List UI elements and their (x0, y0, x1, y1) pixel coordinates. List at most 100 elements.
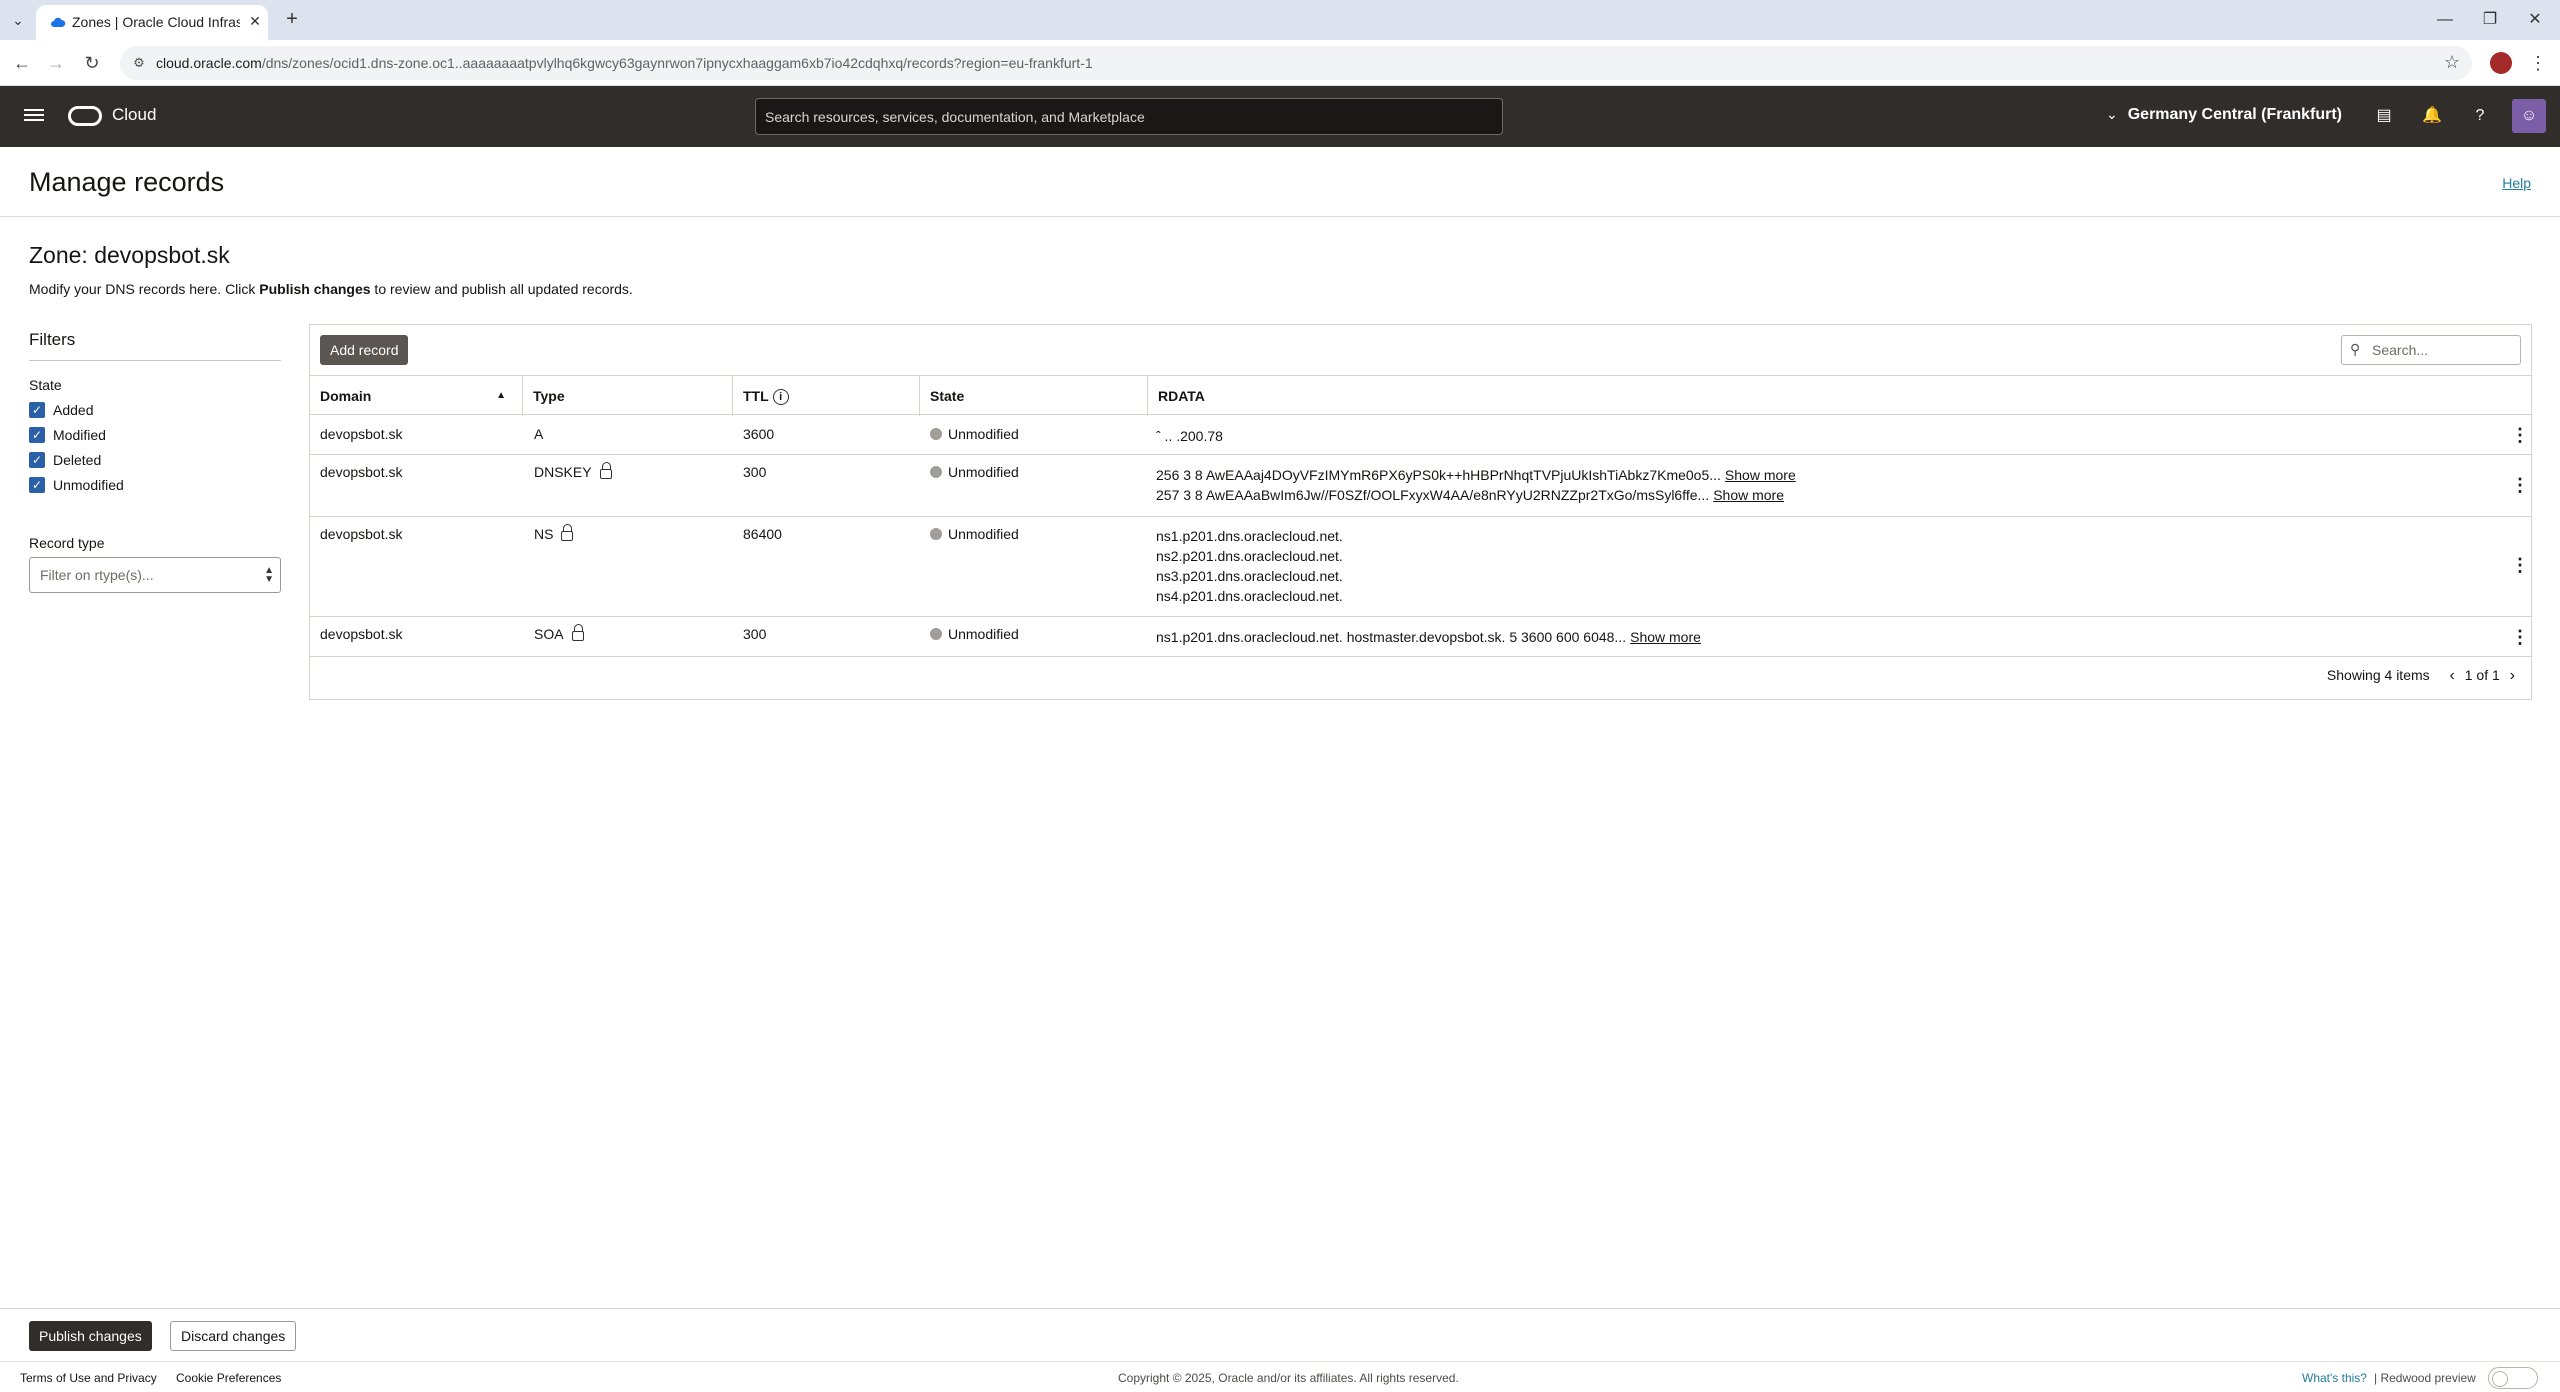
url-text[interactable]: cloud.oracle.com/dns/zones/ocid1.dns-zon… (156, 55, 1093, 71)
reload-icon[interactable]: ↻ (80, 51, 104, 75)
browser-tabstrip: ⌄ Zones | Oracle Cloud Infrastructu ✕ + … (0, 0, 2560, 40)
row-actions-kebab-icon[interactable]: ⋮ (2511, 426, 2529, 444)
filters-title: Filters (29, 330, 281, 361)
restore-icon[interactable]: ❐ (2475, 8, 2505, 32)
next-page-icon[interactable]: › (2510, 667, 2515, 684)
state-cell: Unmodified (930, 526, 1019, 542)
row-actions-kebab-icon[interactable]: ⋮ (2511, 476, 2529, 494)
bookmark-star-icon[interactable]: ☆ (2444, 52, 2460, 73)
minimize-icon[interactable]: — (2430, 8, 2460, 32)
oci-header: Cloud Search resources, services, docume… (0, 86, 2560, 147)
brand-label[interactable]: Cloud (112, 105, 156, 125)
notifications-bell-icon[interactable]: 🔔 (2420, 104, 2444, 128)
site-info-icon[interactable]: ⚙ (130, 54, 148, 72)
browser-menu-icon[interactable]: ⋮ (2528, 51, 2548, 75)
sort-ascending-icon[interactable]: ▲ (496, 390, 506, 401)
oracle-logo[interactable] (68, 106, 102, 126)
column-header-rdata[interactable]: RDATA (1148, 376, 2531, 416)
state-filter-label: State (29, 377, 62, 393)
desc-text-bold: Publish changes (259, 281, 371, 297)
hamburger-menu-icon[interactable] (24, 106, 44, 126)
browser-tab[interactable]: Zones | Oracle Cloud Infrastructu ✕ (36, 5, 268, 40)
table-search-input[interactable]: ⚲ Search... (2341, 335, 2521, 365)
new-tab-icon[interactable]: + (280, 8, 304, 32)
record-type-select[interactable]: Filter on rtype(s)... ▲ ▼ (29, 557, 281, 593)
state-cell: Unmodified (930, 464, 1019, 480)
tab-list-chevron-icon[interactable]: ⌄ (8, 10, 28, 30)
forward-icon[interactable]: → (44, 51, 68, 75)
terms-link[interactable]: Terms of Use and Privacy (20, 1371, 157, 1385)
tab-close-icon[interactable]: ✕ (246, 12, 264, 30)
search-icon: ⚲ (2350, 341, 2361, 357)
table-row: devopsbot.sk A 3600 Unmodified ˆ .. .200… (310, 416, 2531, 455)
help-question-icon[interactable]: ? (2468, 104, 2492, 128)
show-more-link[interactable]: Show more (1630, 629, 1701, 645)
rdata-cell: ns1.p201.dns.oraclecloud.net. ns2.p201.d… (1156, 526, 1343, 606)
rdata-line: 256 3 8 AwEAAaj4DOyVFzIMYmR6PX6yPS0k++hH… (1156, 465, 1796, 485)
page-title: Manage records (29, 167, 225, 197)
help-link[interactable]: Help (2502, 175, 2531, 191)
lock-icon (561, 524, 574, 541)
state-label: Unmodified (948, 426, 1019, 442)
checkbox-checked-icon[interactable]: ✓ (29, 426, 45, 443)
checkbox-checked-icon[interactable]: ✓ (29, 451, 45, 468)
lock-icon (571, 624, 584, 641)
filters-panel: Filters State ✓ Added ✓ Modified ✓ Deleted … (29, 330, 281, 593)
column-header-state[interactable]: State (920, 376, 1148, 416)
status-dot-icon (930, 428, 942, 440)
column-header-ttl[interactable]: TTL i (733, 376, 920, 416)
type-label: SOA (534, 626, 564, 642)
whats-this-link[interactable]: What's this? (2302, 1371, 2367, 1385)
state-checkbox-modified[interactable]: ✓ Modified (29, 422, 281, 447)
back-icon[interactable]: ← (10, 51, 34, 75)
tab-title: Zones | Oracle Cloud Infrastructu (72, 14, 240, 30)
cookie-preferences-link[interactable]: Cookie Preferences (176, 1371, 281, 1385)
state-checkbox-added[interactable]: ✓ Added (29, 397, 281, 422)
region-selector[interactable]: ⌄ Germany Central (Frankfurt) (2106, 106, 2342, 124)
checkbox-label: Added (53, 401, 94, 418)
ttl-cell: 86400 (743, 526, 782, 542)
status-dot-icon (930, 528, 942, 540)
show-more-link[interactable]: Show more (1713, 487, 1784, 503)
prev-page-icon[interactable]: ‹ (2450, 667, 2455, 684)
redwood-preview-label: | Redwood preview (2374, 1371, 2476, 1385)
rdata-value: ns4.p201.dns.oraclecloud.net. (1156, 588, 1343, 604)
record-type-placeholder: Filter on rtype(s)... (40, 567, 154, 583)
discard-changes-button[interactable]: Discard changes (170, 1321, 297, 1351)
chevron-down-icon: ⌄ (2106, 106, 2118, 122)
column-header-type[interactable]: Type (523, 376, 733, 416)
type-cell: SOA (534, 624, 584, 642)
window-close-icon[interactable]: ✕ (2520, 8, 2550, 32)
rdata-value: ˆ .. .200.78 (1156, 428, 1223, 444)
show-more-link[interactable]: Show more (1725, 467, 1796, 483)
address-bar[interactable]: ⚙ cloud.oracle.com/dns/zones/ocid1.dns-z… (120, 46, 2472, 80)
checkbox-label: Unmodified (53, 476, 124, 493)
global-search-input[interactable]: Search resources, services, documentatio… (755, 98, 1503, 135)
profile-avatar[interactable] (2490, 52, 2512, 74)
state-checkbox-deleted[interactable]: ✓ Deleted (29, 447, 281, 472)
url-host: cloud.oracle.com (156, 55, 262, 71)
cloud-shell-icon[interactable]: ▤ (2372, 104, 2396, 128)
rdata-value: ns2.p201.dns.oraclecloud.net. (1156, 548, 1343, 564)
domain-cell: devopsbot.sk (320, 526, 403, 542)
rdata-cell: ns1.p201.dns.oraclecloud.net. hostmaster… (1156, 627, 1701, 647)
info-icon[interactable]: i (772, 389, 789, 406)
state-checkbox-unmodified[interactable]: ✓ Unmodified (29, 472, 281, 497)
checkbox-label: Modified (53, 426, 106, 443)
publish-changes-button[interactable]: Publish changes (29, 1321, 152, 1351)
add-record-button[interactable]: Add record (320, 335, 409, 365)
row-actions-kebab-icon[interactable]: ⋮ (2511, 628, 2529, 646)
redwood-preview-toggle[interactable] (2488, 1367, 2538, 1389)
rdata-cell: ˆ .. .200.78 (1156, 426, 1223, 446)
checkbox-checked-icon[interactable]: ✓ (29, 476, 45, 493)
desc-text-post: to review and publish all updated record… (370, 281, 633, 297)
state-cell: Unmodified (930, 626, 1019, 642)
user-avatar-icon[interactable]: ☺ (2512, 99, 2546, 133)
table-row: devopsbot.sk NS 86400 Unmodified ns1.p20… (310, 517, 2531, 617)
checkbox-label: Deleted (53, 451, 102, 468)
column-header-domain[interactable]: Domain ▲ (310, 376, 523, 416)
column-label: RDATA (1158, 388, 1205, 404)
row-actions-kebab-icon[interactable]: ⋮ (2511, 556, 2529, 574)
status-dot-icon (930, 466, 942, 478)
checkbox-checked-icon[interactable]: ✓ (29, 401, 45, 418)
